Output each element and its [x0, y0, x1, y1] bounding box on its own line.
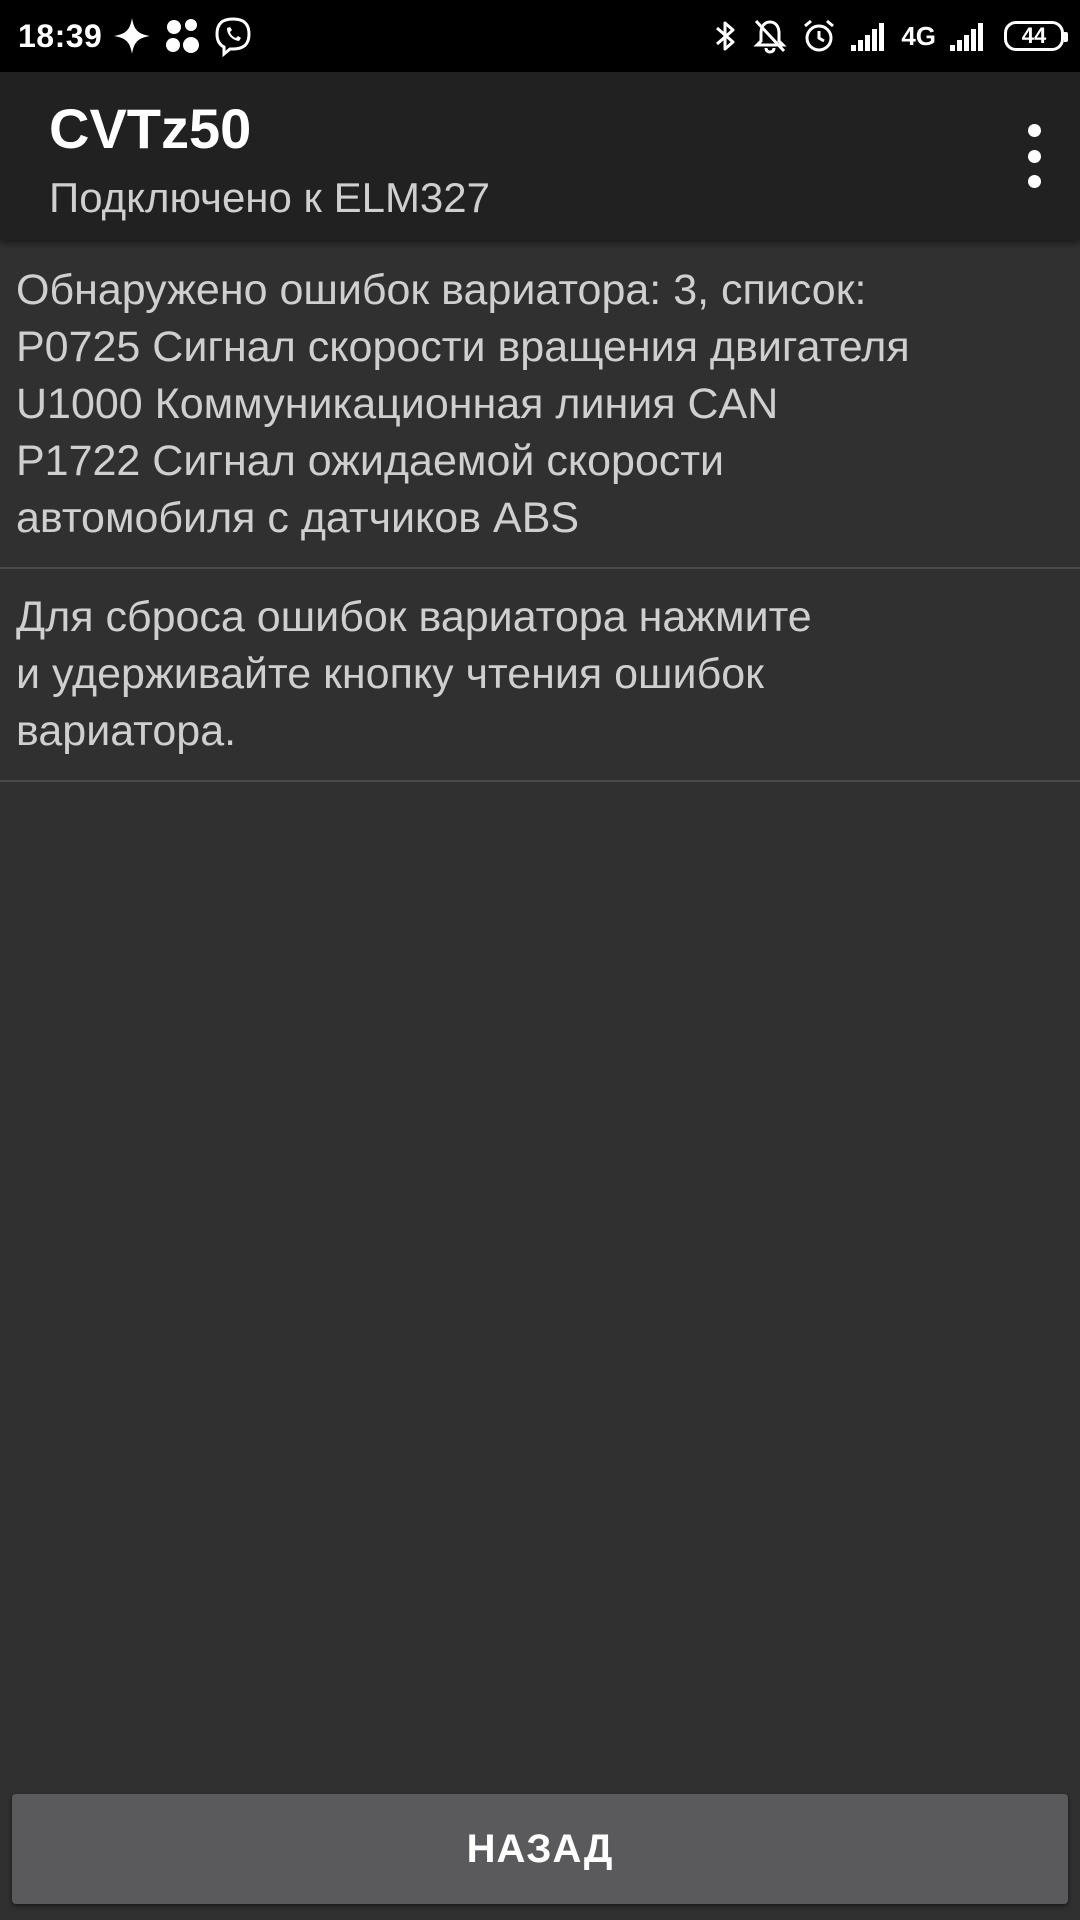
bell-off-icon	[753, 19, 787, 54]
signal-icon	[851, 23, 885, 51]
menu-dot	[1027, 149, 1041, 163]
back-button[interactable]: НАЗАД	[12, 1794, 1068, 1904]
sparkle-icon	[114, 18, 150, 54]
back-button-label: НАЗАД	[466, 1826, 614, 1871]
list-item-reset-hint: Для сброса ошибок вариатора нажмите и уд…	[0, 569, 1080, 782]
battery-icon: 44	[1004, 21, 1068, 51]
reset-hint-line: вариатора.	[16, 707, 237, 755]
app-title: CVTz50	[49, 97, 252, 160]
error-code-line: U1000 Коммуникационная линия CAN	[16, 380, 779, 428]
battery-level: 44	[1021, 23, 1047, 48]
bluetooth-icon	[716, 21, 735, 51]
more-vert-icon[interactable]	[1016, 124, 1052, 188]
menu-dot	[1027, 124, 1041, 137]
app-grid-icon	[166, 19, 199, 53]
network-type: 4G	[901, 21, 936, 51]
viber-icon	[215, 17, 251, 57]
error-code-line: автомобиля с датчиков ABS	[16, 494, 580, 542]
app-bar: CVTz50 Подключено к ELM327	[0, 72, 1080, 240]
error-code-line: P0725 Сигнал скорости вращения двигателя	[16, 323, 910, 371]
alarm-icon	[804, 19, 835, 52]
reset-hint-line: Для сброса ошибок вариатора нажмите	[16, 593, 812, 641]
status-bar: 18:39 4G 44	[0, 0, 1080, 72]
list-item-errors: Обнаружено ошибок вариатора: 3, список: …	[0, 240, 1080, 569]
signal-icon	[950, 23, 983, 51]
status-right-icons: 4G 44	[711, 12, 1068, 60]
reset-hint-line: и удерживайте кнопку чтения ошибок	[16, 650, 764, 698]
error-code-line: P1722 Сигнал ожидаемой скорости	[16, 437, 725, 485]
message-list: Обнаружено ошибок вариатора: 3, список: …	[0, 240, 1080, 782]
screen: 18:39 4G 44 CVTz50 Подключено к ELM327 О…	[0, 0, 1080, 1920]
error-summary: Обнаружено ошибок вариатора: 3, список:	[16, 266, 867, 314]
menu-dot	[1027, 175, 1041, 188]
status-time: 18:39	[18, 18, 103, 54]
connection-status: Подключено к ELM327	[49, 174, 490, 221]
status-left-icons	[112, 12, 254, 60]
